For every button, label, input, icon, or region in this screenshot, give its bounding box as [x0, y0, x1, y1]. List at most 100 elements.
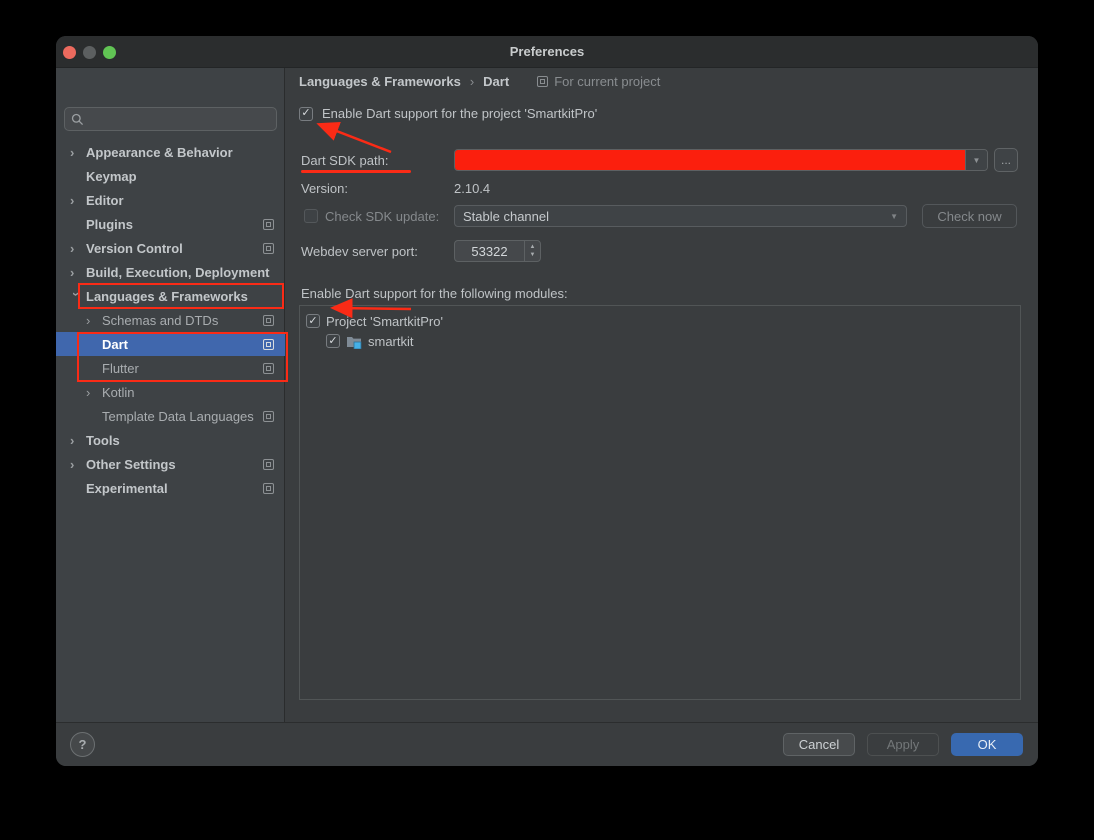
- breadcrumb-page: Dart: [483, 74, 510, 89]
- scope-label: For current project: [554, 74, 661, 89]
- sidebar-item-label: Flutter: [102, 360, 139, 376]
- settings-content: Languages & Frameworks › Dart For curren…: [285, 68, 1038, 722]
- sidebar-item-label: Languages & Frameworks: [86, 288, 248, 304]
- chevron-right-icon[interactable]: ›: [70, 242, 86, 255]
- chevron-right-icon[interactable]: ›: [70, 194, 86, 207]
- webdev-port-stepper[interactable]: ▲ ▼: [524, 241, 540, 261]
- current-project-icon: [263, 410, 274, 422]
- sidebar-item-label: Experimental: [86, 480, 168, 496]
- sidebar-item-editor[interactable]: › Editor: [56, 188, 285, 212]
- check-now-button[interactable]: Check now: [922, 204, 1017, 228]
- sidebar-item-languages-frameworks[interactable]: › Languages & Frameworks: [56, 284, 285, 308]
- chevron-right-icon[interactable]: ›: [70, 266, 86, 279]
- sidebar-item-flutter[interactable]: Flutter: [56, 356, 285, 380]
- channel-dropdown-arrow-icon: ▼: [890, 211, 898, 221]
- enable-dart-checkbox[interactable]: ✓: [299, 106, 313, 121]
- chevron-right-icon[interactable]: ›: [70, 146, 86, 159]
- search-input[interactable]: [89, 112, 270, 126]
- chevron-right-icon[interactable]: ›: [86, 314, 102, 327]
- sidebar-item-tools[interactable]: › Tools: [56, 428, 285, 452]
- version-value: 2.10.4: [454, 181, 491, 196]
- chevron-right-icon[interactable]: ›: [70, 434, 86, 447]
- ok-button[interactable]: OK: [951, 733, 1023, 756]
- sidebar-item-appearance-behavior[interactable]: › Appearance & Behavior: [56, 140, 285, 164]
- sdk-path-combobox[interactable]: ▼: [454, 149, 988, 171]
- help-button[interactable]: ?: [70, 732, 95, 757]
- current-project-icon: [263, 242, 274, 254]
- sdk-path-browse-button[interactable]: ...: [994, 148, 1018, 172]
- sdk-path-label: Dart SDK path:: [301, 153, 389, 168]
- current-project-icon: [263, 458, 274, 470]
- sidebar-item-schemas-and-dtds[interactable]: › Schemas and DTDs: [56, 308, 285, 332]
- current-project-icon: [263, 218, 274, 230]
- sidebar-item-version-control[interactable]: › Version Control: [56, 236, 285, 260]
- screen: Preferences › Appearance & Behavior Keym…: [0, 0, 1094, 840]
- chevron-right-icon[interactable]: ›: [70, 458, 86, 471]
- sdk-path-dropdown-arrow-icon[interactable]: ▼: [965, 150, 987, 170]
- current-project-icon: [263, 314, 274, 326]
- apply-button[interactable]: Apply: [867, 733, 939, 756]
- dialog-footer: ? Cancel Apply OK: [56, 722, 1038, 766]
- check-sdk-update-label: Check SDK update:: [325, 209, 440, 224]
- sidebar-item-label: Appearance & Behavior: [86, 144, 233, 160]
- webdev-port-spinner[interactable]: 53322 ▲ ▼: [454, 240, 541, 262]
- sdk-channel-dropdown[interactable]: Stable channel ▼: [454, 205, 907, 227]
- zoom-window-button[interactable]: [103, 46, 116, 59]
- sidebar-item-label: Build, Execution, Deployment: [86, 264, 270, 280]
- module-label: smartkit: [368, 333, 414, 349]
- breadcrumb-separator-icon: ›: [469, 74, 475, 89]
- sidebar-item-label: Schemas and DTDs: [102, 312, 219, 328]
- current-project-icon: [263, 482, 274, 494]
- sidebar-item-template-data-languages[interactable]: Template Data Languages: [56, 404, 285, 428]
- chevron-down-icon[interactable]: ›: [69, 292, 84, 308]
- current-project-icon: [263, 362, 274, 374]
- sidebar-item-keymap[interactable]: Keymap: [56, 164, 285, 188]
- module-checkbox[interactable]: ✓: [326, 334, 340, 348]
- module-checkbox[interactable]: ✓: [306, 314, 320, 328]
- modules-section-label: Enable Dart support for the following mo…: [301, 286, 568, 301]
- step-down-icon[interactable]: ▼: [530, 251, 536, 259]
- settings-search[interactable]: [64, 107, 277, 131]
- sidebar-item-dart[interactable]: Dart: [56, 332, 285, 356]
- annotation-redacted-sdk-path-value: [455, 150, 965, 170]
- cancel-button[interactable]: Cancel: [783, 733, 855, 756]
- webdev-port-label: Webdev server port:: [301, 244, 418, 259]
- sidebar-tree: › Appearance & Behavior Keymap › Editor …: [56, 140, 285, 500]
- annotation-underline-sdk-path: [301, 170, 411, 173]
- sidebar-item-label: Kotlin: [102, 384, 135, 400]
- modules-tree-panel: ✓ Project 'SmartkitPro' ✓ smartkit: [299, 305, 1021, 700]
- sidebar-item-label: Keymap: [86, 168, 137, 184]
- annotation-arrow-enable-checkbox: [316, 121, 392, 154]
- current-project-icon: [537, 76, 549, 87]
- sidebar-item-plugins[interactable]: Plugins: [56, 212, 285, 236]
- sidebar-item-label: Dart: [102, 336, 129, 352]
- sidebar-item-label: Other Settings: [86, 456, 176, 472]
- enable-dart-label: Enable Dart support for the project 'Sma…: [322, 106, 598, 121]
- sidebar-item-label: Tools: [86, 432, 120, 448]
- settings-sidebar: › Appearance & Behavior Keymap › Editor …: [56, 68, 288, 722]
- step-up-icon[interactable]: ▲: [530, 243, 536, 251]
- sidebar-item-kotlin[interactable]: › Kotlin: [56, 380, 285, 404]
- module-row[interactable]: ✓ Project 'SmartkitPro': [300, 311, 1020, 331]
- sdk-channel-value: Stable channel: [463, 208, 550, 224]
- window-title: Preferences: [509, 44, 585, 59]
- sidebar-item-label: Template Data Languages: [102, 408, 254, 424]
- sidebar-item-label: Version Control: [86, 240, 183, 256]
- breadcrumb-section: Languages & Frameworks: [299, 74, 461, 89]
- chevron-right-icon[interactable]: ›: [86, 386, 102, 399]
- minimize-window-button[interactable]: [83, 46, 96, 59]
- check-sdk-update-checkbox[interactable]: [304, 209, 318, 223]
- sidebar-item-build-execution-deployment[interactable]: › Build, Execution, Deployment: [56, 260, 285, 284]
- current-project-icon: [263, 338, 274, 350]
- sidebar-item-label: Plugins: [86, 216, 133, 232]
- webdev-port-value: 53322: [471, 243, 508, 259]
- sidebar-item-experimental[interactable]: Experimental: [56, 476, 285, 500]
- close-window-button[interactable]: [63, 46, 76, 59]
- module-icon: [347, 336, 362, 349]
- module-row[interactable]: ✓ smartkit: [300, 331, 1020, 351]
- search-icon: [71, 113, 84, 125]
- sidebar-item-label: Editor: [86, 192, 124, 208]
- scope-indicator: For current project: [537, 74, 660, 89]
- sidebar-item-other-settings[interactable]: › Other Settings: [56, 452, 285, 476]
- titlebar: Preferences: [56, 36, 1038, 68]
